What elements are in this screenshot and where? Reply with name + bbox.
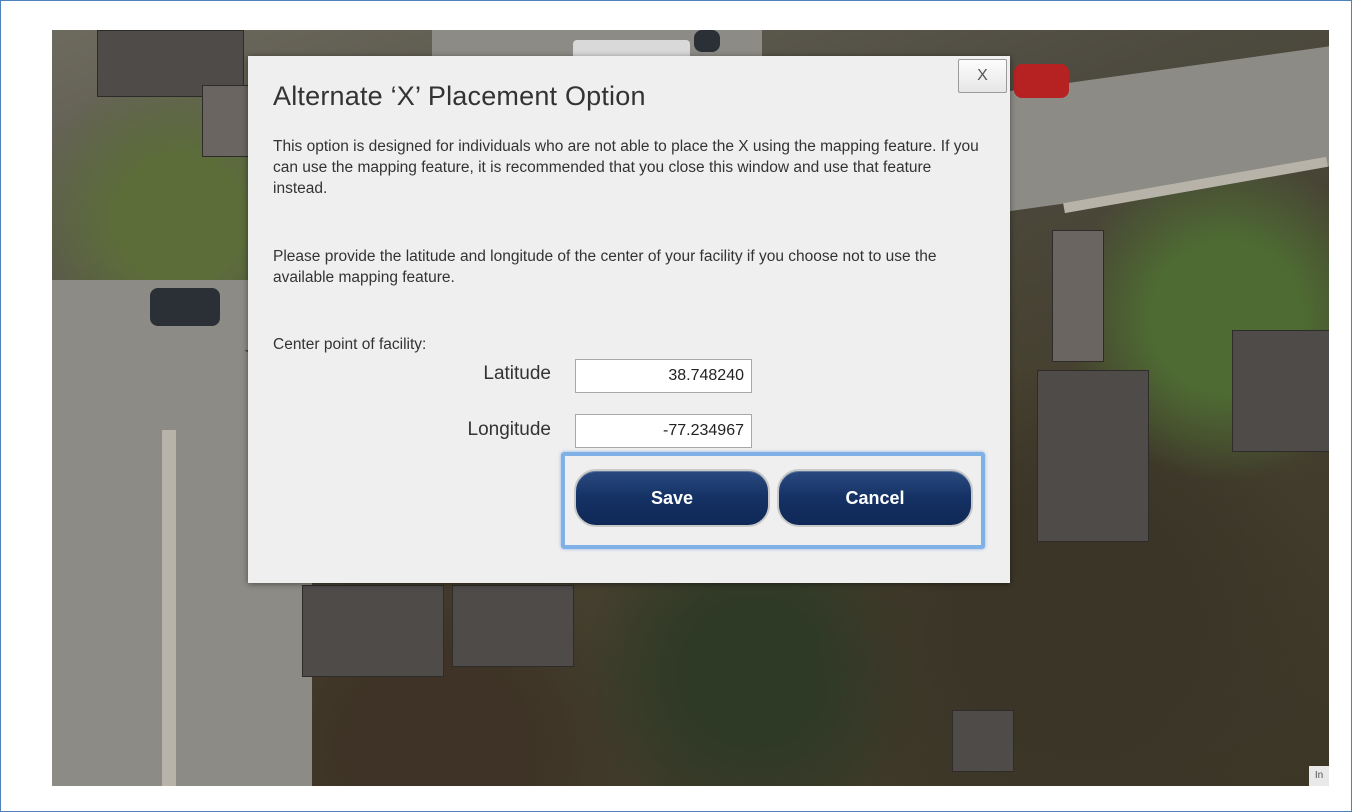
map-car: [1014, 64, 1069, 98]
map-car: [694, 30, 720, 52]
map-roof: [1052, 230, 1104, 362]
dialog-description: This option is designed for individuals …: [273, 138, 979, 197]
cancel-button[interactable]: Cancel: [777, 469, 973, 527]
longitude-input[interactable]: [575, 414, 752, 448]
map-corner-label: In: [1309, 766, 1329, 786]
map-roof: [952, 710, 1014, 772]
map-roof: [302, 585, 444, 677]
map-roof: [452, 585, 574, 667]
dialog-instructions: Please provide the latitude and longitud…: [273, 248, 937, 286]
map-car: [150, 288, 220, 326]
close-button[interactable]: X: [958, 59, 1007, 93]
latitude-input[interactable]: [575, 359, 752, 393]
center-point-label: Center point of facility:: [273, 336, 427, 353]
map-roof: [1037, 370, 1149, 542]
longitude-label: Longitude: [467, 419, 551, 440]
map-curb: [162, 430, 176, 786]
dialog-title: Alternate ‘X’ Placement Option: [273, 81, 646, 111]
save-button[interactable]: Save: [574, 469, 770, 527]
latitude-label: Latitude: [483, 363, 551, 384]
alternate-placement-dialog: Alternate ‘X’ Placement Option X This op…: [248, 56, 1010, 583]
map-roof: [1232, 330, 1329, 452]
